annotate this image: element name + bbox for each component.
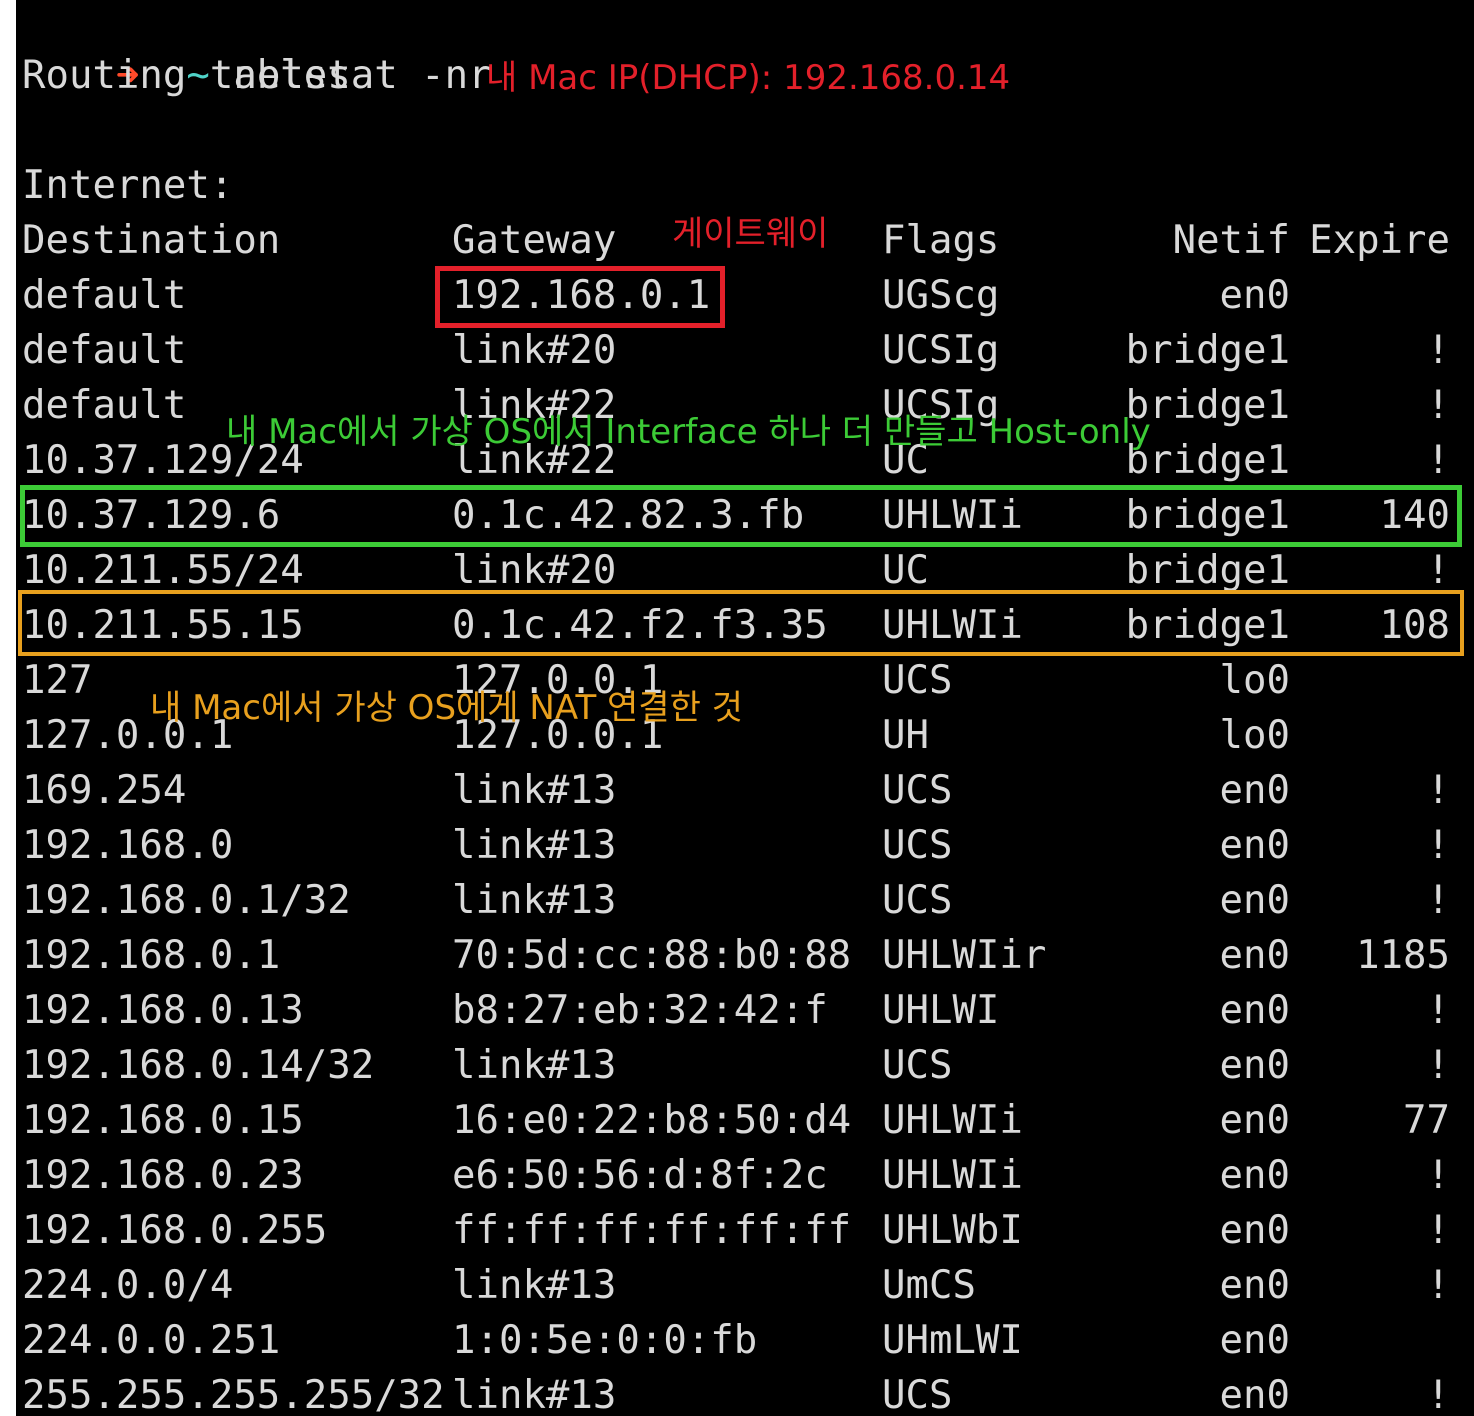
expire-cell: ! [1426, 823, 1450, 868]
expire-cell: ! [1426, 768, 1450, 813]
table-row: 224.0.0/4 link#13 UmCS en0! [22, 1258, 1462, 1313]
internet-section-label: Internet: [22, 163, 234, 208]
table-row: 192.168.0.13 b8:27:eb:32:42:f UHLWI en0! [22, 983, 1462, 1038]
expire-cell: ! [1426, 1373, 1450, 1416]
expire-cell: ! [1426, 1208, 1450, 1253]
netif-cell: en0 [1219, 1318, 1290, 1363]
host-only-highlight-box [20, 485, 1462, 547]
table-row: 192.168.0.255 ff:ff:ff:ff:ff:ff UHLWbI en0! [22, 1203, 1462, 1258]
expire-cell: ! [1426, 988, 1450, 1033]
expire-cell: ! [1426, 328, 1450, 373]
table-row: default 192.168.0.1 UGScg en0 [22, 268, 1462, 323]
table-row: 169.254 link#13 UCS en0! [22, 763, 1462, 818]
expire-cell: ! [1426, 878, 1450, 923]
expire-cell: ! [1426, 1263, 1450, 1308]
expire-cell: ! [1426, 1153, 1450, 1198]
nat-highlight-box [18, 590, 1464, 656]
table-row: 192.168.0.1/32 link#13 UCS en0! [22, 873, 1462, 928]
table-row: 192.168.0.15 16:e0:22:b8:50:d4 UHLWIi en0 77 [22, 1093, 1462, 1148]
table-row: 224.0.0.251 1:0:5e:0:0:fb UHmLWI en0 [22, 1313, 1462, 1368]
table-row: default link#20 UCSIg bridge1! [22, 323, 1462, 378]
expire-cell: 1185 [1356, 933, 1450, 978]
nat-note: 내 Mac에서 가상 OS에게 NAT 연결한 것 [150, 688, 743, 728]
routing-tables-heading: Routing tables [22, 53, 351, 98]
gateway-highlight-box [435, 266, 725, 328]
terminal-window[interactable]: ➜ ~ netstat -nr Routing tables Internet:… [16, 0, 1474, 1416]
mac-ip-note: 내 Mac IP(DHCP): 192.168.0.14 [486, 58, 1011, 98]
expire-cell: ! [1426, 1043, 1450, 1088]
table-row: 192.168.0.1 70:5d:cc:88:b0:88 UHLWIir en0 11… [22, 928, 1462, 983]
table-row: 192.168.0.14/32 link#13 UCS en0! [22, 1038, 1462, 1093]
table-row: 192.168.0 link#13 UCS en0! [22, 818, 1462, 873]
table-row: 255.255.255.255/32 link#13 UCS en0! [22, 1368, 1462, 1416]
expire-cell: 77 [1403, 1098, 1450, 1143]
prompt-line: ➜ ~ netstat -nr [22, 0, 492, 98]
table-row: 192.168.0.23 e6:50:56:d:8f:2c UHLWIi en0! [22, 1148, 1462, 1203]
gateway-note: 게이트웨이 [672, 214, 829, 254]
host-only-note: 내 Mac에서 가상 OS에서 Interface 하나 더 만들고 Host-… [226, 412, 1151, 452]
